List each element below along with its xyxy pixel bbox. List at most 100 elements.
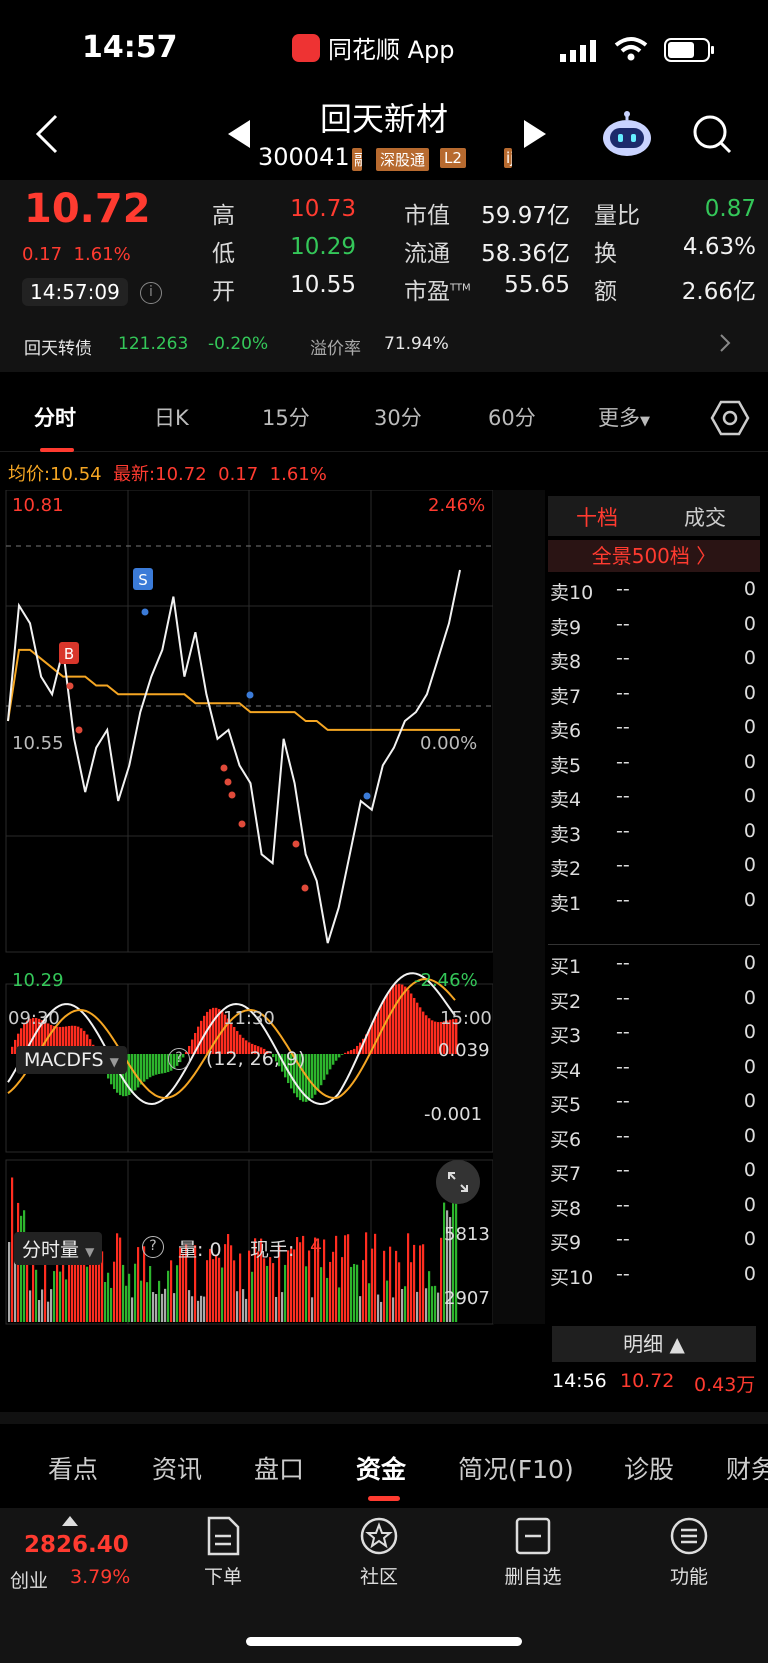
macd-selector[interactable]: MACDFS ▼ (16, 1046, 127, 1074)
tab-diagnosis[interactable]: 诊股 (624, 1450, 674, 1486)
shenzhen-connect-tag: 深股通 (376, 148, 430, 171)
bid-row[interactable]: 买6 -- 0 (550, 1125, 760, 1155)
ask-row[interactable]: 卖4 -- 0 (550, 785, 760, 815)
buy-marker-label: B (64, 645, 74, 663)
bid-row[interactable]: 买9 -- 0 (550, 1228, 760, 1258)
quote-time: 14:57:09 (22, 278, 128, 306)
bid-row[interactable]: 买1 -- 0 (550, 952, 760, 982)
volume-bar (341, 1257, 344, 1322)
volume-bar (176, 1265, 179, 1322)
tab-financials[interactable]: 财务 (726, 1450, 768, 1486)
bid-row[interactable]: 买10 -- 0 (550, 1263, 760, 1293)
volume-bar (29, 1290, 32, 1322)
volume-bar (419, 1245, 422, 1322)
tab-15min[interactable]: 15分 (262, 402, 310, 432)
nav-functions[interactable]: 功能 (644, 1516, 734, 1589)
tab-30min[interactable]: 30分 (374, 402, 422, 432)
macd-bar (11, 1046, 14, 1054)
ask-row[interactable]: 卖3 -- 0 (550, 820, 760, 850)
level-price: -- (616, 1021, 630, 1043)
detail-button[interactable]: 明细 ▲ (552, 1326, 756, 1362)
macd-bar (341, 1054, 344, 1055)
float-label: 流通 (404, 241, 450, 267)
bid-row[interactable]: 买8 -- 0 (550, 1194, 760, 1224)
ask-row[interactable]: 卖1 -- 0 (550, 889, 760, 919)
volume-bar (437, 1292, 440, 1322)
mktcap-label: 市值 (404, 203, 450, 229)
index-up-arrow-icon (62, 1516, 78, 1526)
volume-bar (440, 1237, 443, 1322)
level-price: -- (616, 1159, 630, 1181)
bid-row[interactable]: 买4 -- 0 (550, 1056, 760, 1086)
nav-order-label: 下单 (203, 1566, 242, 1588)
volume-bar (257, 1251, 260, 1322)
volume-bar (47, 1301, 50, 1322)
bid-row[interactable]: 买7 -- 0 (550, 1159, 760, 1189)
ask-row[interactable]: 卖8 -- 0 (550, 647, 760, 677)
info-icon[interactable]: i (140, 282, 162, 304)
bid-row[interactable]: 买5 -- 0 (550, 1090, 760, 1120)
order-document-icon (207, 1516, 240, 1556)
home-indicator (246, 1637, 522, 1646)
tab-f10[interactable]: 简况(F10) (458, 1450, 574, 1486)
volume-bar (233, 1260, 236, 1322)
nav-remove-watchlist[interactable]: 删自选 (488, 1516, 578, 1589)
volume-bar (344, 1235, 347, 1322)
macd-bar (143, 1054, 146, 1082)
help-icon[interactable]: ? (142, 1236, 164, 1258)
volume-bar (377, 1294, 380, 1322)
volume-bar (239, 1253, 242, 1322)
search-icon[interactable] (690, 112, 734, 156)
tab-highlights[interactable]: 看点 (48, 1450, 98, 1486)
level-price: -- (616, 1124, 630, 1147)
amount-label: 额 (594, 279, 617, 305)
tab-60min[interactable]: 60分 (488, 402, 536, 432)
full-500-levels-button[interactable]: 全景500档 〉 (548, 540, 760, 572)
settings-icon[interactable] (710, 398, 750, 438)
volume-bar (173, 1293, 176, 1322)
ask-row[interactable]: 卖2 -- 0 (550, 854, 760, 884)
volume-bar (347, 1234, 350, 1322)
ask-row[interactable]: 卖5 -- 0 (550, 751, 760, 781)
volume-bar (212, 1259, 215, 1322)
index-value[interactable]: 2826.40 (24, 1532, 129, 1558)
tab-funds[interactable]: 资金 (356, 1450, 406, 1486)
ask-row[interactable]: 卖6 -- 0 (550, 716, 760, 746)
ask-row[interactable]: 卖9 -- 0 (550, 613, 760, 643)
volume-bar (74, 1255, 77, 1322)
intraday-chart[interactable]: S B (0, 490, 545, 1410)
volume-bar (146, 1282, 149, 1322)
volume-bar (335, 1235, 338, 1322)
tab-news[interactable]: 资讯 (152, 1450, 202, 1486)
volume-bar (128, 1273, 131, 1322)
tab-daily-k[interactable]: 日K (154, 402, 189, 432)
bid-row[interactable]: 买3 -- 0 (550, 1021, 760, 1051)
turnover-value: 4.63% (682, 234, 756, 260)
volume-selector[interactable]: 分时量 ▼ (14, 1232, 103, 1265)
level-label: 卖7 (550, 685, 582, 708)
help-icon[interactable]: ? (168, 1048, 190, 1070)
level-volume: 0 (743, 612, 756, 635)
volume-bar (77, 1261, 80, 1322)
volume-bar (359, 1296, 362, 1322)
ai-robot-icon[interactable] (600, 110, 654, 158)
prev-stock-icon[interactable] (226, 120, 252, 148)
nav-community[interactable]: 社区 (334, 1516, 424, 1589)
next-stock-icon[interactable] (522, 120, 548, 148)
ask-row[interactable]: 卖10 -- 0 (550, 578, 760, 608)
tab-trades[interactable]: 成交 (684, 502, 726, 532)
nav-functions-label: 功能 (669, 1566, 708, 1588)
tab-ten-levels[interactable]: 十档 (576, 502, 618, 532)
bid-row[interactable]: 买2 -- 0 (550, 987, 760, 1017)
tab-more[interactable]: 更多▼ (598, 402, 650, 432)
fullscreen-icon[interactable] (436, 1160, 480, 1204)
nav-order[interactable]: 下单 (178, 1516, 268, 1589)
ask-row[interactable]: 卖7 -- 0 (550, 682, 760, 712)
level-volume: 0 (743, 1055, 756, 1078)
volume-bar (413, 1244, 416, 1322)
volume-bar (119, 1237, 122, 1322)
margin-tag: 融 (352, 148, 362, 171)
tab-order-book[interactable]: 盘口 (254, 1450, 304, 1486)
chevron-right-icon[interactable] (718, 332, 732, 354)
tab-intraday[interactable]: 分时 (34, 402, 76, 432)
